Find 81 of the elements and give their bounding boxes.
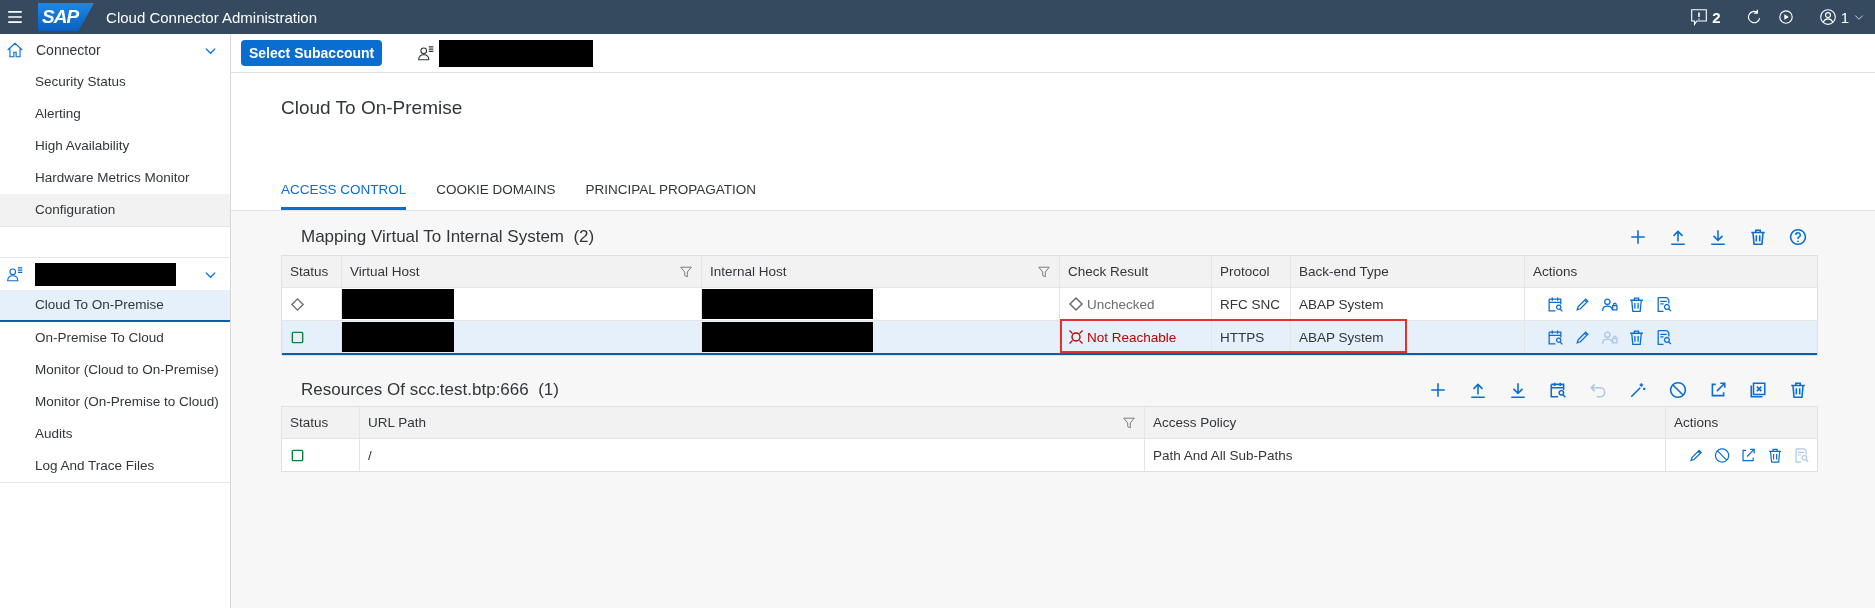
table-cell: Path And All Sub-Paths [1153,447,1293,463]
sidebar-item[interactable]: Monitor (On-Premise to Cloud) [0,386,230,418]
column-header[interactable]: Actions [1525,256,1817,287]
add-icon[interactable] [1629,228,1647,246]
home-icon [6,41,24,59]
person-list-icon [417,44,436,62]
sidebar-item[interactable]: Alerting [0,98,230,130]
filter-icon[interactable] [679,264,693,279]
sidebar-item[interactable]: Audits [0,418,230,450]
document-search-icon[interactable] [1655,328,1672,346]
column-header[interactable]: Protocol [1212,256,1291,287]
help-icon[interactable] [1789,228,1807,246]
menu-icon[interactable] [6,8,24,26]
calendar-search-icon[interactable] [1547,295,1564,313]
page-title: Cloud To On-Premise [281,97,464,119]
magic-wand-icon[interactable] [1629,381,1647,399]
column-header[interactable]: Back-end Type [1291,256,1525,287]
unreachable-icon [1068,329,1084,345]
table-title: Mapping Virtual To Internal System (2) [300,227,595,247]
column-header[interactable]: Actions [1666,407,1817,438]
pencil-icon[interactable] [1574,295,1591,313]
table-cell: RFC SNC [1220,296,1280,312]
trash-icon[interactable] [1628,295,1645,313]
calendar-search-icon[interactable] [1549,381,1567,399]
block-icon[interactable] [1669,381,1687,399]
open-box-icon[interactable] [1740,446,1757,464]
trash-icon[interactable] [1766,446,1783,464]
table-cell: ABAP System [1299,329,1384,345]
column-header[interactable]: Internal Host [702,256,1060,287]
filter-icon[interactable] [1037,264,1051,279]
box-cross-icon[interactable] [1749,381,1767,399]
user-icon [1818,8,1837,26]
notifications-button[interactable]: 2 [1680,8,1731,26]
play-circle-icon[interactable] [1776,8,1795,26]
sidebar-item[interactable]: High Availability [0,130,230,162]
pencil-icon[interactable] [1574,328,1591,346]
open-box-icon[interactable] [1709,381,1727,399]
column-header[interactable]: Status [282,256,342,287]
notification-icon [1690,8,1709,26]
trash-icon[interactable] [1749,228,1767,246]
check-result: Not Reachable [1068,329,1177,345]
sidebar-item[interactable]: Security Status [0,66,230,98]
download-icon[interactable] [1509,381,1527,399]
upload-icon[interactable] [1469,381,1487,399]
table-cell: HTTPS [1220,329,1265,345]
tab[interactable]: ACCESS CONTROL [281,182,407,210]
sidebar-item[interactable]: Configuration [0,194,230,226]
sidebar-item[interactable]: Hardware Metrics Monitor [0,162,230,194]
column-header[interactable]: URL Path [360,407,1145,438]
sidebar-item[interactable]: Monitor (Cloud to On-Premise) [0,354,230,386]
column-header[interactable]: Virtual Host [342,256,702,287]
person-list-icon [6,265,24,283]
filter-icon[interactable] [1122,415,1136,430]
upload-icon[interactable] [1669,228,1687,246]
select-subaccount-button[interactable]: Select Subaccount [241,40,383,66]
table-cell: / [368,447,372,463]
add-icon[interactable] [1429,381,1447,399]
column-header[interactable]: Access Policy [1145,407,1666,438]
check-result: Unchecked [1068,296,1155,312]
tab[interactable]: PRINCIPAL PROPAGATION [585,182,757,210]
sidebar-group-label: Connector [36,42,101,58]
download-icon[interactable] [1709,228,1727,246]
column-header[interactable]: Status [282,407,360,438]
trash-icon[interactable] [1789,381,1807,399]
user-menu-button[interactable]: 1 [1808,8,1865,26]
calendar-search-icon[interactable] [1547,328,1564,346]
table-title: Resources Of scc.test.btp:666 (1) [300,380,559,400]
table-cell: ABAP System [1299,296,1384,312]
app-title: Cloud Connector Administration [106,8,318,26]
trash-icon[interactable] [1628,328,1645,346]
sidebar-item[interactable]: On-Premise To Cloud [0,322,230,354]
sidebar-group-header[interactable]: Connector [0,34,230,66]
document-search-icon[interactable] [1655,295,1672,313]
diamond-icon [1068,296,1084,312]
block-icon[interactable] [1714,446,1731,464]
table-row[interactable]: Not Reachable HTTPS ABAP System [282,321,1817,355]
tab[interactable]: COOKIE DOMAINS [436,182,556,210]
column-header[interactable]: Check Result [1060,256,1212,287]
sidebar-item[interactable]: Cloud To On-Premise [0,290,230,322]
sap-logo: SAP [38,3,95,31]
sidebar-item[interactable]: Log And Trace Files [0,450,230,482]
